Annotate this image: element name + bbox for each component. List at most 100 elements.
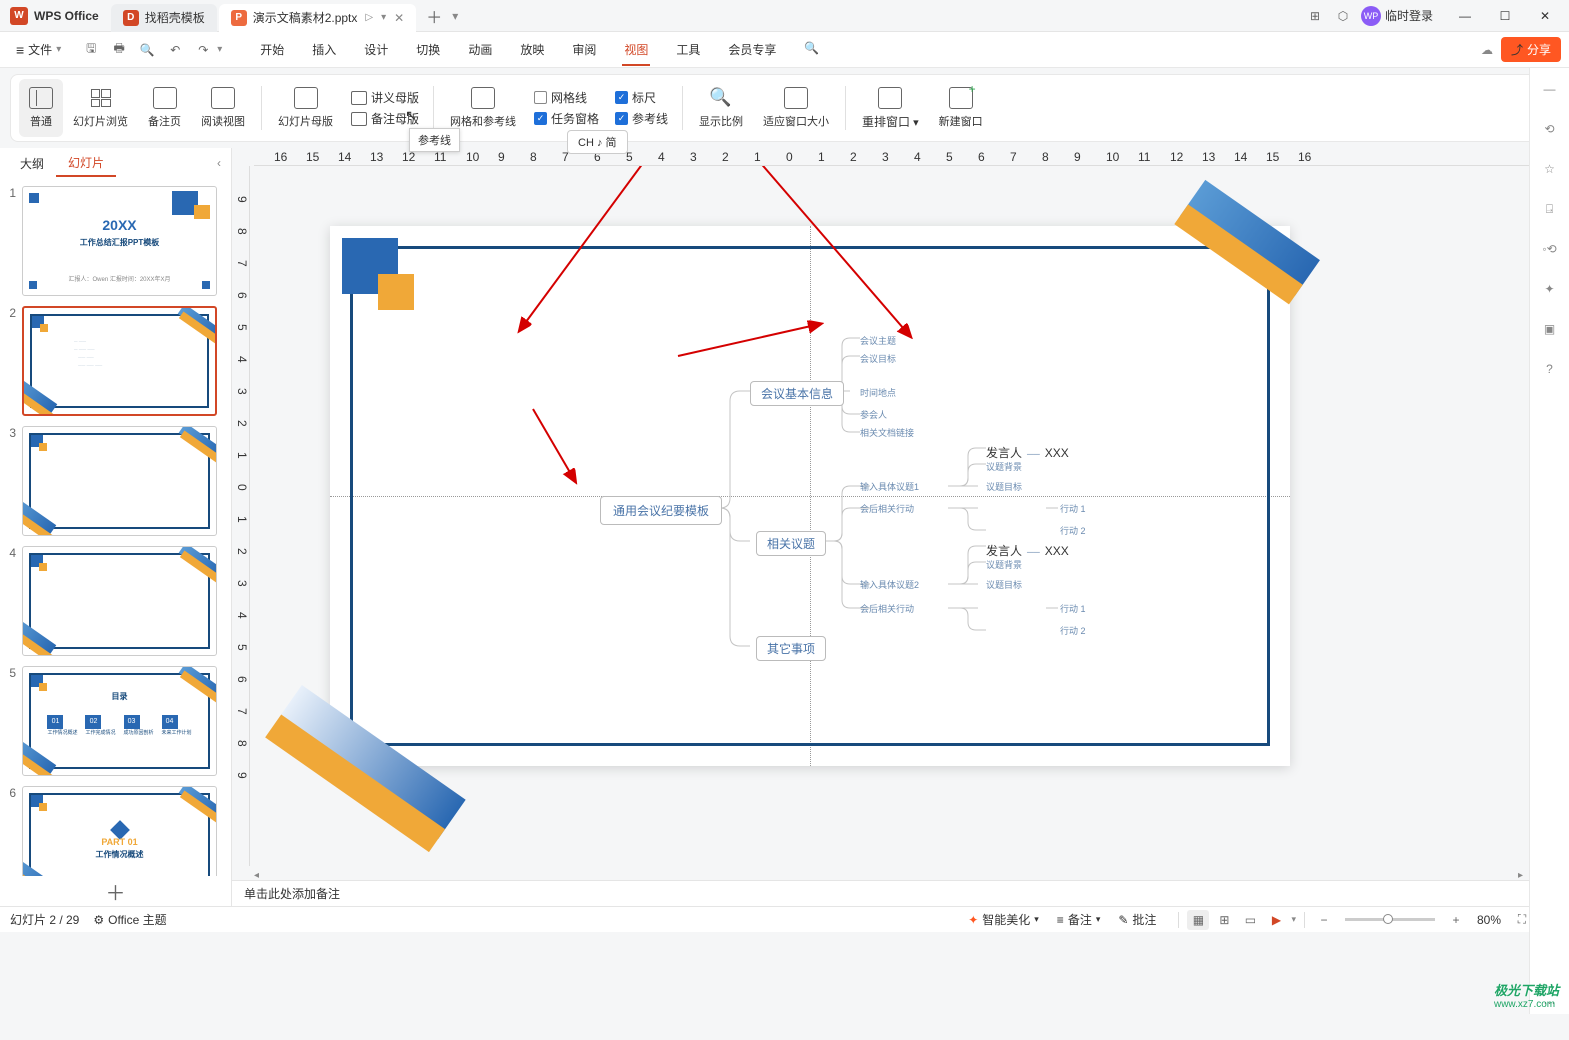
new-tab-button[interactable]: ＋ [422,4,446,28]
decor-square-yellow [378,274,414,310]
menu-insert[interactable]: 插入 [298,35,350,64]
tab-templates[interactable]: D 找稻壳模板 [111,4,217,32]
slide-thumb-5[interactable]: 5 目录 01工作情况概述 02工作完成情况 03成功原因剖析 04未来工作计划 [4,666,227,776]
tab-outline[interactable]: 大纲 [8,151,56,176]
chevron-down-icon[interactable]: ▾ [452,9,458,23]
node-topics[interactable]: 相关议题 [756,531,826,556]
collapse-sidebar-icon[interactable]: — [1539,78,1561,100]
cloud-icon[interactable]: ☁ [1481,43,1493,57]
favorite-icon[interactable]: ☆ [1539,158,1561,180]
fit-window-button[interactable]: 适应窗口大小 [753,79,839,137]
wps-logo-icon: W [10,7,28,25]
gridlines-checkbox[interactable]: 网格线 [534,89,599,106]
mindmap-root[interactable]: 通用会议纪要模板 [600,496,722,525]
cube-icon[interactable]: ⬡ [1329,2,1357,30]
maximize-button[interactable]: ☐ [1485,2,1525,30]
slide-thumb-3[interactable]: 3 [4,426,227,536]
editor-area: 1615141312111098765432101234567891011121… [232,148,1569,906]
notes-toggle[interactable]: ≡备注▾ [1057,911,1101,928]
design-panel-icon[interactable]: ⟲ [1539,118,1561,140]
status-bar: 幻灯片 2 / 29 ⚙Office 主题 ✦智能美化▾ ≡备注▾ ✎批注 ▦ … [0,906,1569,932]
add-slide-button[interactable]: ＋ [0,876,231,906]
zoom-out-button[interactable]: − [1313,910,1335,930]
export-icon[interactable]: ⍈ [1539,198,1561,220]
menu-member[interactable]: 会员专享 [714,35,790,64]
collapse-panel-icon[interactable]: ‹ [217,156,221,170]
slide-list[interactable]: 1 20XX 工作总结汇报PPT模板 汇报人：Owen 汇报时间：20XX年X月… [0,178,231,876]
normal-view-icon[interactable]: ▦ [1187,910,1209,930]
theme-indicator[interactable]: ⚙Office 主题 [93,911,166,928]
menu-view[interactable]: 视图 [610,35,662,64]
menu-start[interactable]: 开始 [246,35,298,64]
handout-master-button[interactable]: 讲义母版 [351,89,419,106]
guides-checkbox[interactable]: 参考线 [615,110,668,127]
slide-master-button[interactable]: 幻灯片母版 [268,79,343,137]
slide-thumb-1[interactable]: 1 20XX 工作总结汇报PPT模板 汇报人：Owen 汇报时间：20XX年X月 [4,186,227,296]
slideshow-icon[interactable]: ▷ [365,12,373,23]
sorter-view-icon[interactable]: ⊞ [1213,910,1235,930]
horizontal-scrollbar[interactable]: ◂ ▸ [232,866,1569,880]
arrange-windows-button[interactable]: 重排窗口 ▾ [852,79,929,137]
menu-animation[interactable]: 动画 [454,35,506,64]
menu-transition[interactable]: 切换 [402,35,454,64]
app-name: WPS Office [34,9,99,23]
login-text[interactable]: 临时登录 [1385,7,1433,24]
zoom-slider[interactable] [1345,918,1435,921]
search-icon[interactable]: 🔍 [790,35,833,64]
dropdown-icon[interactable]: ▾ [381,12,386,23]
chevron-down-icon[interactable]: ▾ [217,44,222,55]
zoom-level[interactable]: 80% [1477,913,1501,927]
view-notes-button[interactable]: 备注页 [138,79,191,137]
file-menu[interactable]: ≡ 文件 ▾ [8,37,69,62]
reading-view-icon[interactable]: ▭ [1239,910,1261,930]
new-window-button[interactable]: + 新建窗口 [929,79,993,137]
help-icon[interactable]: ? [1539,358,1561,380]
save-icon[interactable]: 🖫 [79,38,103,62]
template-icon[interactable]: ▣ [1539,318,1561,340]
menu-tools[interactable]: 工具 [662,35,714,64]
tab-document[interactable]: P 演示文稿素材2.pptx ▷ ▾ ✕ [219,4,417,32]
taskpane-checkbox[interactable]: 任务窗格 [534,110,599,127]
view-sorter-button[interactable]: 幻灯片浏览 [63,79,138,137]
canvas[interactable]: 通用会议纪要模板 会议基本信息 会议主题 会议目标 时间地点 参会人 相关文档链… [250,166,1569,866]
slide-thumb-4[interactable]: 4 [4,546,227,656]
preview-icon[interactable]: 🔍 [135,38,159,62]
comments-toggle[interactable]: ✎批注 [1118,911,1156,928]
page-indicator[interactable]: 幻灯片 2 / 29 [10,911,79,928]
minimize-button[interactable]: — [1445,2,1485,30]
vertical-ruler[interactable]: 9876543210123456789 [232,166,250,866]
beautify-button[interactable]: ✦智能美化▾ [968,911,1039,928]
apps-icon[interactable]: ⊞ [1301,2,1329,30]
undo-icon[interactable]: ↶ [163,38,187,62]
slide-thumb-2[interactable]: 2 ─ ─── ── ── ── ── ── ── ── [4,306,227,416]
slide[interactable]: 通用会议纪要模板 会议基本信息 会议主题 会议目标 时间地点 参会人 相关文档链… [330,226,1290,766]
close-window-button[interactable]: ✕ [1525,2,1565,30]
node-other[interactable]: 其它事项 [756,636,826,661]
animation-icon[interactable]: ◦⟲ [1539,238,1561,260]
tab-slides[interactable]: 幻灯片 [56,150,116,177]
effects-icon[interactable]: ✦ [1539,278,1561,300]
redo-icon[interactable]: ↷ [191,38,215,62]
right-sidebar: — ⟲ ☆ ⍈ ◦⟲ ✦ ▣ ? ⋯ [1529,68,1569,1014]
share-button[interactable]: ⤴ 分享 [1501,37,1561,62]
avatar[interactable]: WP [1361,6,1381,26]
reading-icon [211,87,235,109]
ime-indicator[interactable]: CH ♪ 简 [567,130,628,154]
menu-slideshow[interactable]: 放映 [506,35,558,64]
notes-pane[interactable]: 单击此处添加备注 CH ♪ 简 [232,880,1569,906]
slideshow-view-icon[interactable]: ▶ [1265,910,1287,930]
chevron-down-icon: ▾ [56,44,61,55]
mindmap[interactable]: 通用会议纪要模板 会议基本信息 会议主题 会议目标 时间地点 参会人 相关文档链… [560,306,1230,686]
view-normal-button[interactable]: 普通 [19,79,63,137]
ruler-checkbox[interactable]: 标尺 [615,89,668,106]
print-icon[interactable]: 🖶 [107,38,131,62]
zoom-in-button[interactable]: + [1445,910,1467,930]
menu-design[interactable]: 设计 [350,35,402,64]
notes-master-button[interactable]: 备注母版 [351,110,419,127]
zoom-button[interactable]: 🔍 显示比例 [689,79,753,137]
close-tab-icon[interactable]: ✕ [394,11,404,25]
view-reading-button[interactable]: 阅读视图 [191,79,255,137]
slide-thumb-6[interactable]: 6 PART 01 工作情况概述 [4,786,227,876]
menu-review[interactable]: 审阅 [558,35,610,64]
node-meeting-info[interactable]: 会议基本信息 [750,381,844,406]
